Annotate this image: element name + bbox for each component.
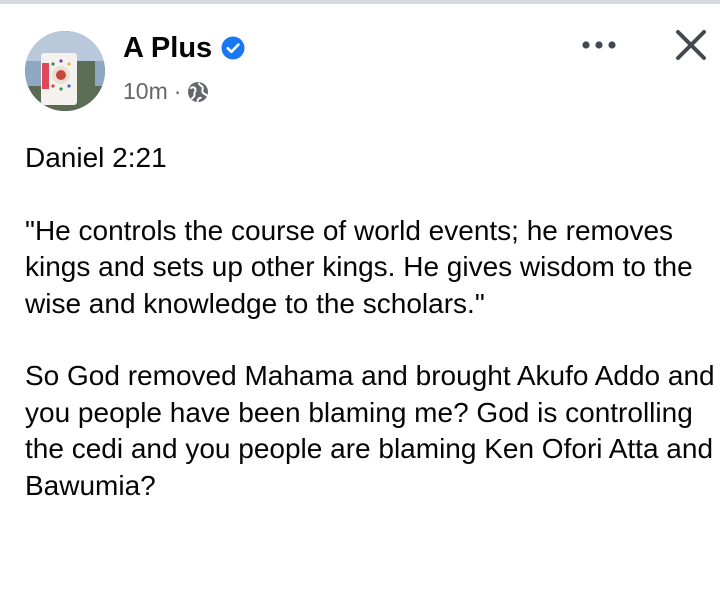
post-timestamp[interactable]: 10m <box>123 78 168 105</box>
close-button[interactable] <box>670 24 712 66</box>
close-icon <box>676 30 706 60</box>
top-divider <box>0 0 720 4</box>
globe-icon[interactable] <box>187 81 209 103</box>
post-paragraph: "He controls the course of world events;… <box>25 214 693 319</box>
post-paragraph: So God removed Mahama and brought Akufo … <box>25 360 715 501</box>
verified-badge-icon <box>221 36 245 60</box>
post-meta: 10m · <box>123 78 209 105</box>
avatar-image <box>25 31 105 111</box>
meta-separator: · <box>173 78 182 104</box>
post-text: Daniel 2:21 "He controls the course of w… <box>25 140 715 504</box>
more-options-button[interactable] <box>578 30 620 60</box>
post-paragraph: Daniel 2:21 <box>25 142 167 173</box>
more-options-icon <box>582 41 616 49</box>
author-row: A Plus <box>123 30 245 66</box>
author-name[interactable]: A Plus <box>123 30 212 66</box>
avatar[interactable] <box>25 31 105 111</box>
